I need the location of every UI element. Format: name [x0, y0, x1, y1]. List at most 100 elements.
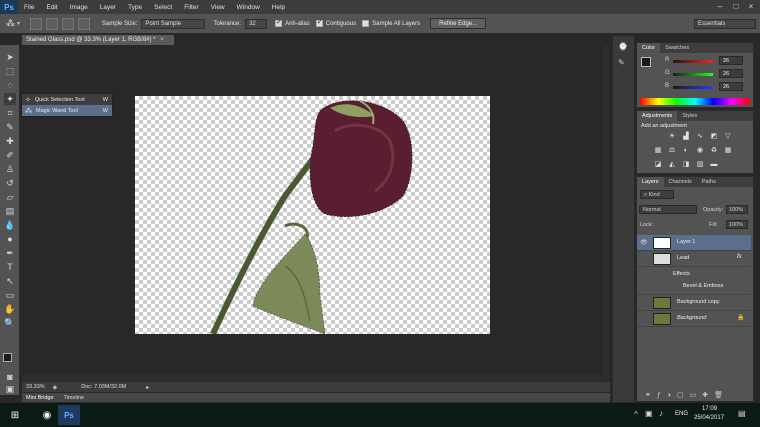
invert-icon[interactable]: ◪ — [653, 160, 663, 169]
curves-icon[interactable]: ∿ — [695, 132, 705, 141]
network-icon[interactable]: ▣ — [645, 409, 653, 418]
photoshop-taskbar-icon[interactable]: Ps — [58, 405, 80, 425]
layer-row-background-copy[interactable]: Background copy — [637, 295, 751, 311]
gradient-map-icon[interactable]: ▬ — [709, 160, 719, 169]
windows-start-icon[interactable]: ⊞ — [4, 405, 26, 425]
layers-footer-icons[interactable]: ⚭ƒ◑▢▭✚🗑 — [645, 391, 729, 399]
layer-filter-kind-select[interactable]: ⌕ Kind — [640, 190, 674, 199]
clone-stamp-tool-icon[interactable]: ♙ — [4, 163, 16, 175]
close-tab-icon[interactable]: × — [160, 37, 164, 43]
menu-layer[interactable]: Layer — [94, 4, 122, 11]
shape-tool-icon[interactable]: ▭ — [4, 289, 16, 301]
foreground-color-swatch[interactable] — [3, 353, 12, 362]
magic-wand-tool-icon[interactable]: ✦ — [4, 93, 16, 105]
move-tool-icon[interactable]: ➤ — [4, 51, 16, 63]
type-tool-icon[interactable]: T — [4, 261, 16, 273]
r-channel-input[interactable]: 26 — [719, 56, 743, 65]
hand-tool-icon[interactable]: ✋ — [4, 303, 16, 315]
pen-tool-icon[interactable]: ✒ — [4, 247, 16, 259]
b-channel-slider[interactable] — [673, 86, 713, 89]
color-panel-foreground-swatch[interactable] — [641, 57, 651, 67]
history-brush-tool-icon[interactable]: ↺ — [4, 177, 16, 189]
opacity-input[interactable]: 100% — [726, 205, 748, 214]
menu-select[interactable]: Select — [148, 4, 178, 11]
zoom-tool-icon[interactable]: 🔍 — [4, 317, 16, 329]
sample-size-select[interactable]: Point Sample — [141, 18, 206, 29]
menu-image[interactable]: Image — [64, 4, 94, 11]
new-selection-icon[interactable] — [30, 17, 43, 30]
layer-row-background[interactable]: Background 🔒 — [637, 311, 751, 327]
menu-file[interactable]: File — [18, 4, 40, 11]
quick-selection-tool-item[interactable]: ✧ Quick Selection Tool W — [22, 94, 112, 105]
menu-edit[interactable]: Edit — [40, 4, 63, 11]
dodge-tool-icon[interactable]: ● — [4, 233, 16, 245]
minimize-icon[interactable]: – — [714, 2, 726, 12]
eraser-tool-icon[interactable]: ▱ — [4, 191, 16, 203]
tab-color[interactable]: Color — [637, 43, 661, 53]
brightness-contrast-icon[interactable]: ☀ — [667, 132, 677, 141]
healing-brush-tool-icon[interactable]: ✚ — [4, 135, 16, 147]
refine-edge-button[interactable]: Refine Edge... — [430, 18, 487, 29]
fill-input[interactable]: 100% — [726, 220, 748, 229]
path-selection-tool-icon[interactable]: ↖ — [4, 275, 16, 287]
vertical-scrollbar[interactable] — [603, 46, 609, 381]
lasso-tool-icon[interactable]: ◌ — [4, 79, 16, 91]
menu-filter[interactable]: Filter — [178, 4, 204, 11]
tab-paths[interactable]: Paths — [697, 177, 721, 187]
sample-all-layers-checkbox[interactable] — [362, 20, 370, 27]
menu-type[interactable]: Type — [122, 4, 148, 11]
notifications-icon[interactable]: ▤ — [738, 409, 746, 418]
color-balance-icon[interactable]: ⚖ — [667, 146, 677, 155]
photo-filter-icon[interactable]: ◉ — [695, 146, 705, 155]
g-channel-slider[interactable] — [673, 73, 713, 76]
threshold-icon[interactable]: ◨ — [681, 160, 691, 169]
menu-view[interactable]: View — [205, 4, 231, 11]
layer-row-layer-1[interactable]: 👁 Layer 1 — [637, 235, 751, 251]
channel-mixer-icon[interactable]: ♻ — [709, 146, 719, 155]
layer-row-lead[interactable]: Lead fx — [637, 251, 751, 267]
blend-mode-select[interactable]: Normal — [639, 205, 697, 214]
r-channel-slider[interactable] — [673, 60, 713, 63]
status-menu-arrow-icon[interactable]: ▸ — [146, 384, 149, 391]
status-info-icon[interactable]: ◈ — [53, 384, 58, 391]
hue-saturation-icon[interactable]: ▦ — [653, 146, 663, 155]
intersect-selection-icon[interactable] — [78, 17, 91, 30]
magic-wand-tool-item[interactable]: ⁂ Magic Wand Tool W — [22, 105, 112, 116]
tab-channels[interactable]: Channels — [664, 177, 697, 187]
exposure-icon[interactable]: ◩ — [709, 132, 719, 141]
tool-preset-arrow-icon[interactable]: ▾ — [17, 20, 20, 27]
levels-icon[interactable]: ▟ — [681, 132, 691, 141]
brush-tool-icon[interactable]: ✐ — [4, 149, 16, 161]
tab-timeline[interactable]: Timeline — [64, 395, 85, 401]
tab-styles[interactable]: Styles — [677, 111, 702, 121]
color-spectrum-ramp[interactable] — [640, 98, 750, 105]
workspace-select[interactable]: Essentials — [694, 18, 756, 29]
black-white-icon[interactable]: ◐ — [681, 146, 691, 155]
zoom-level[interactable]: 33.33% — [26, 384, 45, 390]
g-channel-input[interactable]: 26 — [719, 69, 743, 78]
tray-up-arrow-icon[interactable]: ^ — [634, 410, 638, 419]
posterize-icon[interactable]: ◭ — [667, 160, 677, 169]
eyedropper-tool-icon[interactable]: ✎ — [4, 121, 16, 133]
screen-mode-icon[interactable]: ▣ — [4, 383, 16, 395]
b-channel-input[interactable]: 26 — [719, 82, 743, 91]
properties-panel-icon[interactable]: ✎ — [618, 58, 628, 68]
add-selection-icon[interactable] — [46, 17, 59, 30]
layer-effect-bevel-row[interactable]: Bevel & Emboss — [637, 279, 751, 295]
marquee-tool-icon[interactable]: ⬚ — [4, 65, 16, 77]
gradient-tool-icon[interactable]: ▤ — [4, 205, 16, 217]
close-icon[interactable]: × — [745, 2, 757, 12]
contiguous-checkbox[interactable] — [315, 18, 323, 27]
maximize-icon[interactable]: □ — [730, 2, 742, 12]
tab-mini-bridge[interactable]: Mini Bridge — [26, 395, 54, 401]
quick-mask-icon[interactable]: ◙ — [4, 371, 16, 383]
crop-tool-icon[interactable]: ⌗ — [4, 107, 16, 119]
tab-swatches[interactable]: Swatches — [660, 43, 694, 53]
tab-layers[interactable]: Layers — [637, 177, 664, 187]
magic-wand-tool-icon[interactable]: ⁂ — [6, 18, 15, 29]
menu-help[interactable]: Help — [266, 4, 291, 11]
tab-adjustments[interactable]: Adjustments — [637, 111, 678, 121]
chrome-icon[interactable]: ◉ — [36, 405, 58, 425]
volume-icon[interactable]: ♪ — [659, 409, 663, 418]
horizontal-scrollbar[interactable] — [22, 375, 602, 381]
